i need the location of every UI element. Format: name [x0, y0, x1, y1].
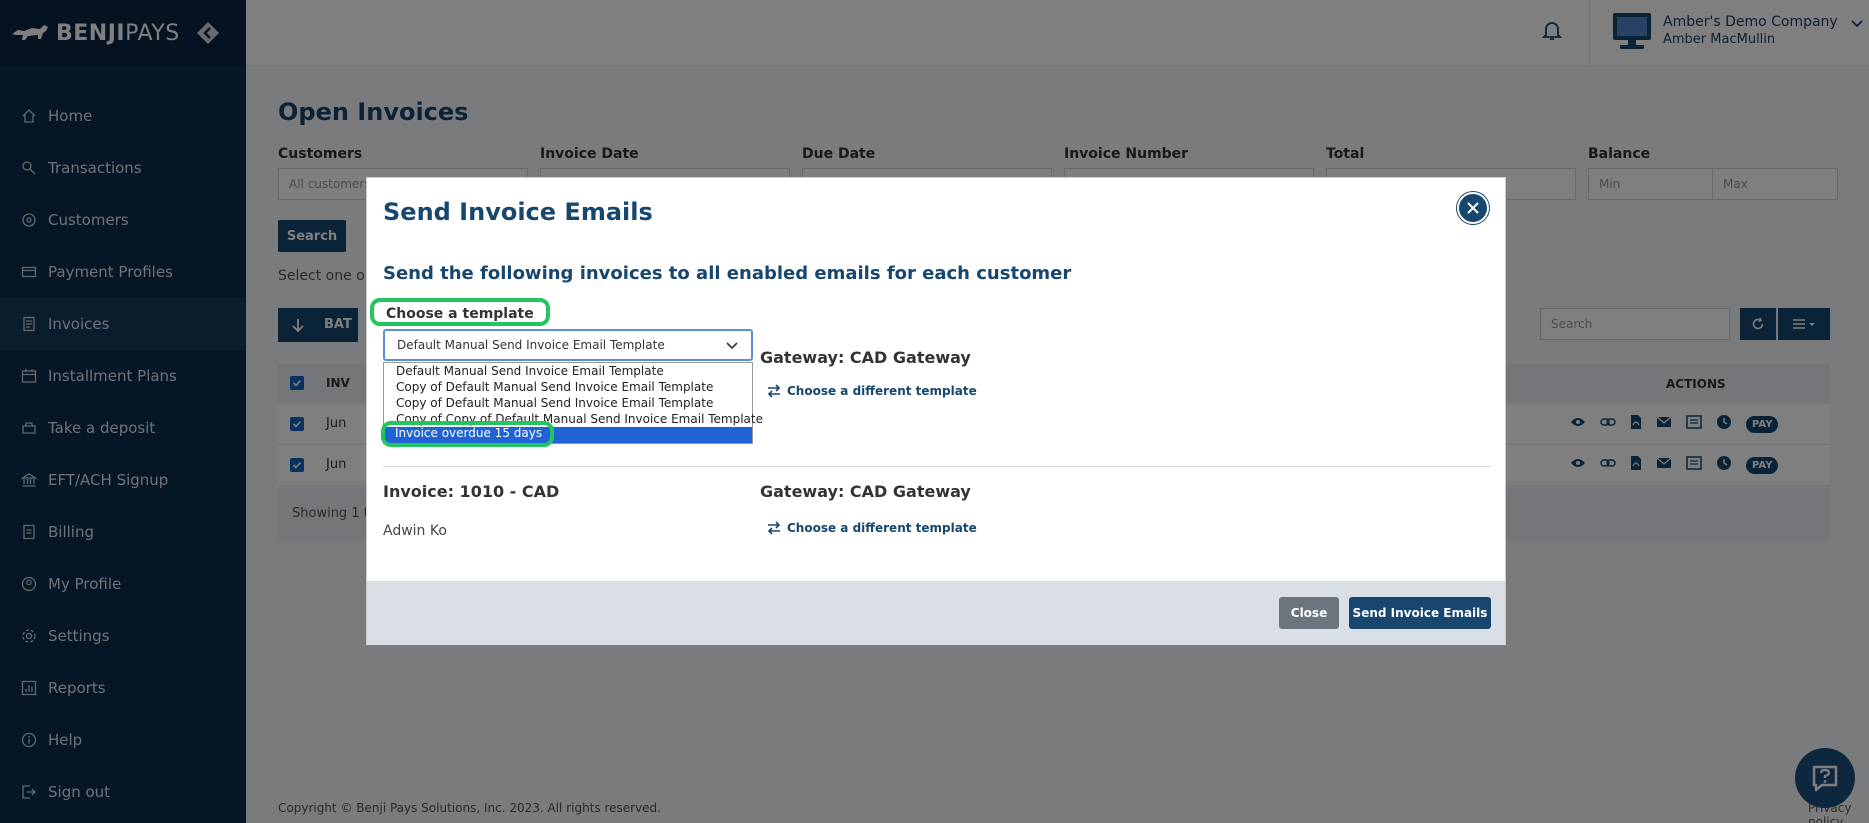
invoice2-customer-name: Adwin Ko	[383, 523, 447, 539]
modal-subtitle: Send the following invoices to all enabl…	[383, 263, 1072, 284]
swap-arrows-icon	[767, 521, 781, 535]
invoice1-gateway: Gateway: CAD Gateway	[760, 348, 971, 367]
send-invoice-emails-button[interactable]: Send Invoice Emails	[1349, 597, 1491, 629]
invoice1-choose-different-template-link[interactable]: Choose a different template	[767, 384, 977, 398]
modal-title: Send Invoice Emails	[383, 198, 653, 226]
modal-footer: Close Send Invoice Emails	[367, 581, 1505, 645]
template-option[interactable]: Copy of Default Manual Send Invoice Emai…	[384, 379, 752, 395]
choose-different-template-label: Choose a different template	[787, 521, 977, 535]
template-dropdown-list: Default Manual Send Invoice Email Templa…	[383, 362, 763, 444]
invoice2-choose-different-template-link[interactable]: Choose a different template	[767, 521, 977, 535]
invoice2-label: Invoice: 1010 - CAD	[383, 482, 560, 501]
chevron-down-icon	[726, 342, 738, 350]
close-icon	[1467, 202, 1479, 214]
template-option[interactable]: Copy of Default Manual Send Invoice Emai…	[384, 395, 752, 411]
template-option[interactable]: Default Manual Send Invoice Email Templa…	[384, 363, 752, 379]
template-select[interactable]: Default Manual Send Invoice Email Templa…	[383, 329, 753, 361]
swap-arrows-icon	[767, 384, 781, 398]
template-option[interactable]: Copy of Copy of Default Manual Send Invo…	[384, 411, 763, 427]
modal-close-button[interactable]	[1457, 192, 1489, 224]
send-invoice-emails-modal: Send Invoice Emails Send the following i…	[366, 177, 1506, 645]
close-button[interactable]: Close	[1279, 597, 1339, 629]
choose-template-label: Choose a template	[370, 298, 550, 326]
template-select-value: Default Manual Send Invoice Email Templa…	[397, 338, 665, 352]
template-option-selected[interactable]	[384, 427, 752, 443]
invoice2-gateway: Gateway: CAD Gateway	[760, 482, 971, 501]
modal-divider	[383, 466, 1491, 467]
choose-different-template-label: Choose a different template	[787, 384, 977, 398]
